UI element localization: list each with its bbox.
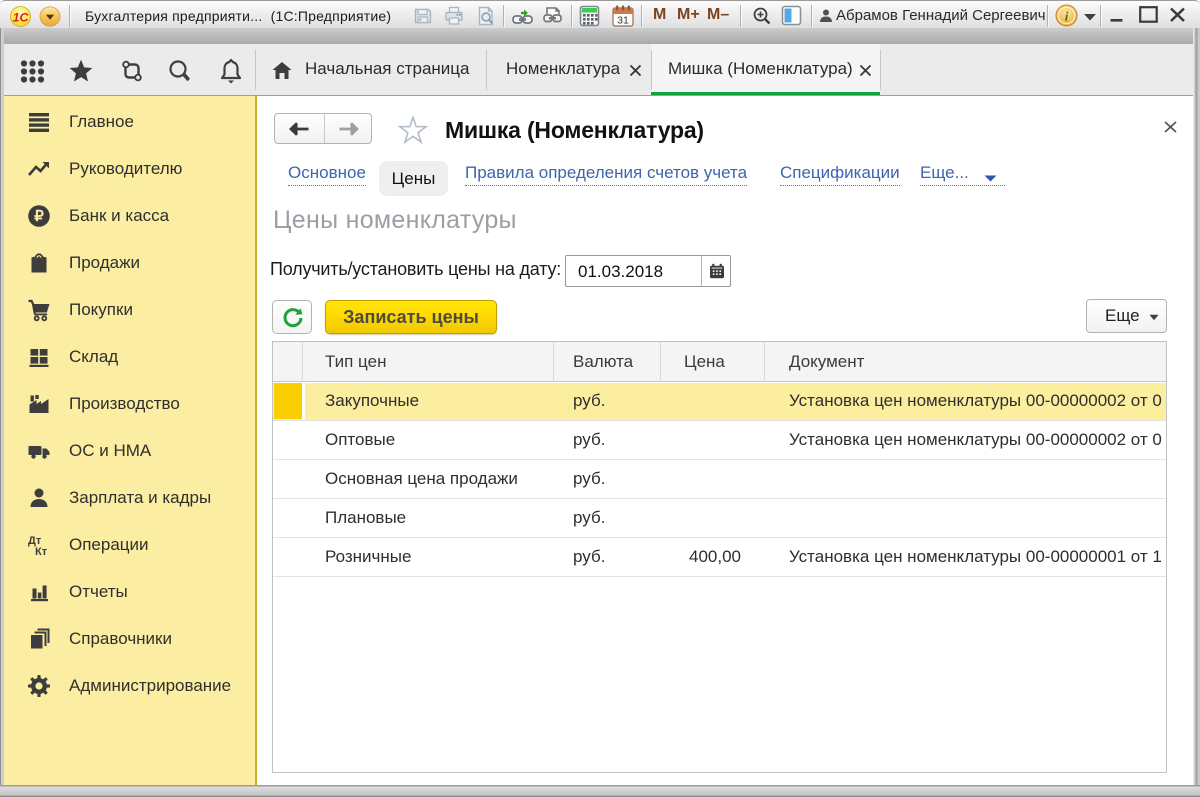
svg-text:i: i (1065, 9, 1069, 24)
svg-text:Кт: Кт (35, 546, 48, 557)
svg-text:₽: ₽ (34, 208, 44, 225)
svg-text:31: 31 (617, 15, 629, 27)
svg-text:1С: 1С (13, 10, 30, 24)
